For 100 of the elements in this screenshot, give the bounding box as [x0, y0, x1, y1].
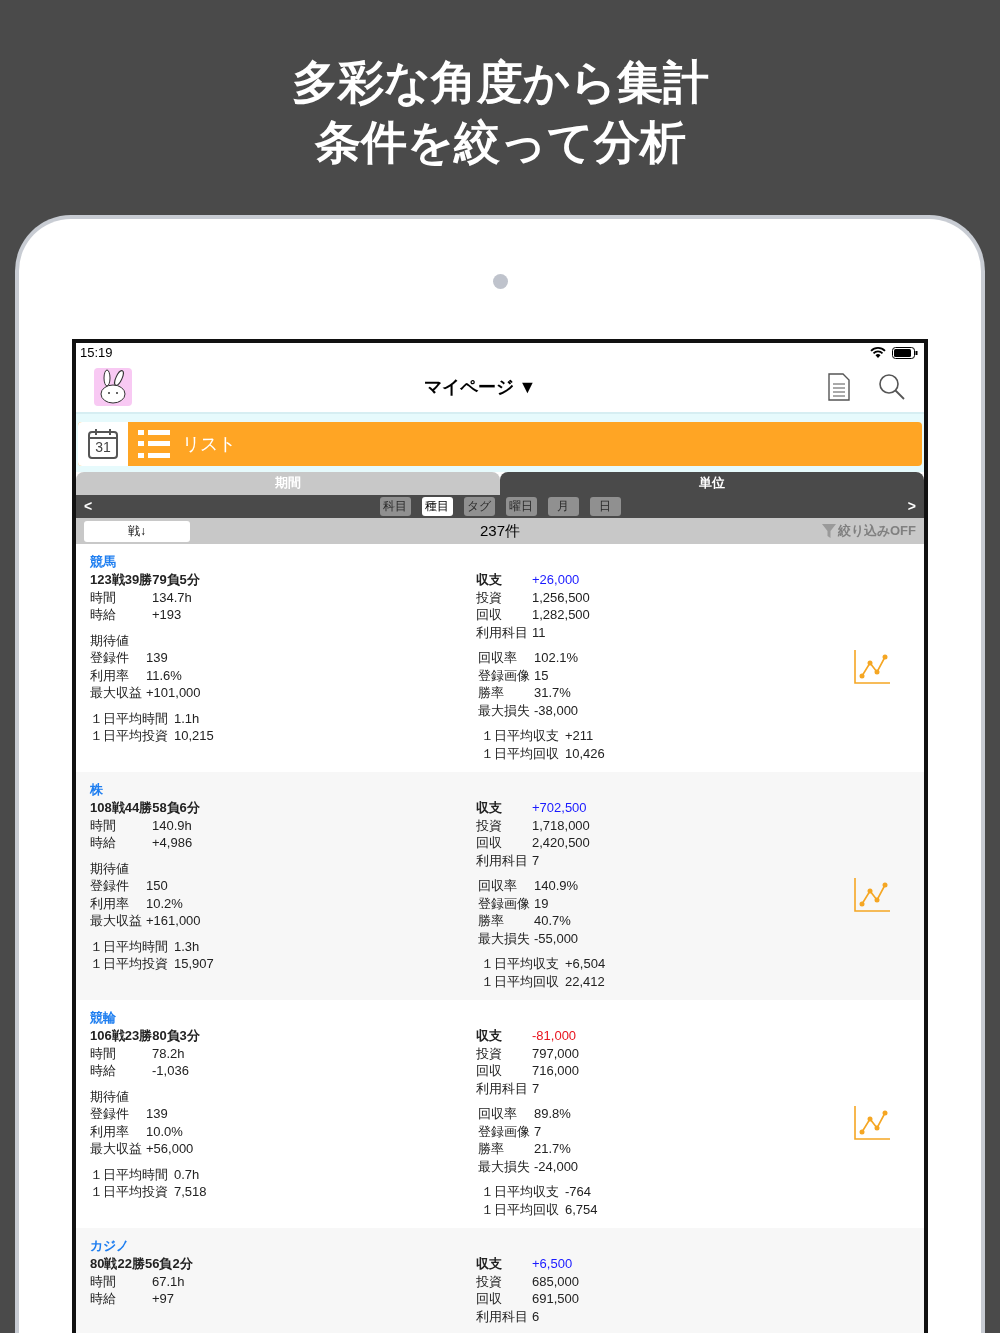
segment-tab[interactable]: 単位: [500, 471, 924, 495]
stat-value: 7: [532, 851, 540, 869]
funnel-icon: [822, 524, 836, 539]
stat-value: 140.9h: [152, 816, 192, 834]
category-name[interactable]: 競輪: [90, 1008, 924, 1027]
stat-label: １日平均時間: [90, 1165, 168, 1183]
stat-value: +211: [565, 727, 594, 745]
stat-value: -38,000: [534, 701, 579, 719]
list-icon: [138, 428, 170, 459]
stat-value: +161,000: [146, 912, 201, 930]
stat-value: 691,500: [532, 1290, 579, 1308]
stat-label: 最大損失: [478, 929, 530, 947]
stat-label: 利用科目: [476, 1307, 528, 1325]
stat-label: 収支: [476, 1027, 503, 1045]
stat-value: 134.7h: [152, 588, 192, 606]
stat-label: 登録画像: [478, 1122, 530, 1140]
stat-label: 投資: [476, 1272, 503, 1290]
stat-value: 1,718,000: [532, 816, 590, 834]
search-icon[interactable]: [878, 372, 906, 401]
stat-value: +4,986: [152, 834, 193, 852]
stat-label: １日平均回収: [481, 972, 559, 990]
win-loss-record: 80戦22勝56負2分: [90, 1255, 194, 1273]
stat-label: 勝率: [478, 912, 505, 930]
stat-label: 回収: [476, 606, 503, 624]
stat-value: 10.0%: [146, 1122, 183, 1140]
category-name[interactable]: カジノ: [90, 1236, 924, 1255]
filter-toggle[interactable]: 絞り込みOFF: [810, 522, 916, 541]
win-loss-record: 106戦23勝80負3分: [90, 1027, 201, 1045]
stat-label: １日平均投資: [90, 1183, 168, 1201]
stat-value: -24,000: [534, 1157, 579, 1175]
stat-value: 6: [532, 1307, 540, 1325]
stat-label: 期待値: [90, 859, 130, 877]
stat-value: 7: [534, 1122, 542, 1140]
mode-label: リスト: [182, 432, 236, 456]
stat-value: 10.2%: [146, 894, 183, 912]
stat-label: １日平均投資: [90, 727, 168, 745]
category-name[interactable]: 競馬: [90, 552, 924, 571]
stat-value: 78.2h: [152, 1044, 185, 1062]
stat-value: 21.7%: [534, 1140, 571, 1158]
stat-label: 利用率: [90, 894, 130, 912]
stat-label: １日平均回収: [481, 744, 559, 762]
wifi-icon: [870, 346, 886, 359]
category-name[interactable]: 株: [90, 780, 924, 799]
calendar-button[interactable]: 31: [78, 421, 128, 466]
stat-label: 回収: [476, 1062, 503, 1080]
headline: 多彩な角度から集計: [291, 55, 709, 110]
sort-button[interactable]: 戦↓: [84, 520, 190, 542]
stat-label: 最大損失: [478, 701, 530, 719]
stat-value: 11.6%: [146, 666, 182, 684]
stat-value: 67.1h: [152, 1272, 185, 1290]
stat-value: 139: [146, 649, 168, 667]
line-chart-icon[interactable]: [854, 649, 890, 684]
stat-label: 回収率: [478, 877, 518, 895]
unit-chip[interactable]: 曜日: [505, 496, 537, 516]
unit-chip[interactable]: 種目: [421, 496, 453, 516]
stat-value: +101,000: [146, 684, 201, 702]
stat-label: 登録画像: [478, 666, 530, 684]
stat-label: 最大収益: [90, 684, 142, 702]
stat-value: 2,420,500: [532, 834, 590, 852]
stat-value: 716,000: [532, 1062, 579, 1080]
stat-label: 回収率: [478, 649, 518, 667]
stat-label: 収支: [476, 799, 503, 817]
stat-label: 最大収益: [90, 912, 142, 930]
stat-value: 1.1h: [174, 709, 200, 727]
stat-label: 回収: [476, 1290, 503, 1308]
previous-button[interactable]: <: [84, 498, 93, 515]
stat-label: １日平均回収: [481, 1200, 559, 1218]
page-title-dropdown[interactable]: マイページ ▼: [423, 374, 537, 399]
unit-chip[interactable]: 日: [589, 496, 621, 516]
stat-value: 22,412: [565, 972, 605, 990]
unit-chip[interactable]: タグ: [463, 496, 495, 516]
stat-label: 最大損失: [478, 1157, 530, 1175]
stat-label: 最大収益: [90, 1140, 142, 1158]
stat-value: 102.1%: [534, 649, 579, 667]
stat-label: １日平均時間: [90, 709, 168, 727]
stat-label: 時給: [90, 606, 117, 624]
next-button[interactable]: >: [907, 498, 916, 515]
unit-chip[interactable]: 科目: [379, 496, 411, 516]
stat-value: 40.7%: [534, 912, 571, 930]
stat-value: 19: [534, 894, 549, 912]
stat-label: 投資: [476, 1044, 503, 1062]
stat-label: 時給: [90, 834, 117, 852]
win-loss-record: 108戦44勝58負6分: [90, 799, 201, 817]
stat-value: 10,215: [174, 727, 214, 745]
stat-label: 収支: [476, 571, 503, 589]
balance-value: -81,000: [532, 1027, 577, 1045]
stat-label: １日平均投資: [90, 955, 168, 973]
stat-value: 11: [532, 623, 546, 641]
stat-value: 1.3h: [174, 937, 200, 955]
stat-label: １日平均時間: [90, 937, 168, 955]
rabbit-avatar-icon[interactable]: [94, 367, 132, 406]
line-chart-icon[interactable]: [854, 1105, 890, 1140]
stat-value: -55,000: [534, 929, 579, 947]
unit-chip[interactable]: 月: [547, 496, 579, 516]
stat-label: １日平均収支: [481, 1183, 559, 1201]
stat-label: 収支: [476, 1255, 503, 1273]
balance-value: +6,500: [532, 1255, 573, 1273]
stat-label: 利用科目: [476, 1079, 528, 1097]
stat-value: 685,000: [532, 1272, 579, 1290]
document-icon[interactable]: [828, 372, 850, 401]
